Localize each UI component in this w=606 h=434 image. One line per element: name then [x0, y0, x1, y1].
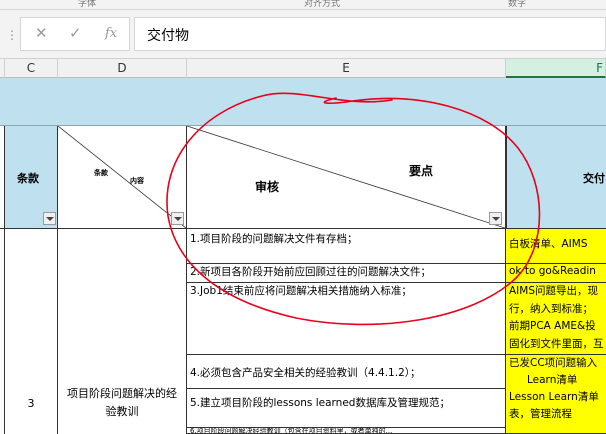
deliverable-line: 表，管理流程 [509, 408, 572, 420]
deliverable-line: 已发CC项问题输入 [509, 357, 598, 369]
clause-header-label: 条款 [17, 172, 39, 185]
title-band [0, 78, 606, 126]
column-header-f[interactable]: F [506, 59, 606, 78]
content-title-line: 验教训 [105, 405, 139, 418]
formula-buttons: ✕ ✓ fx [20, 17, 130, 51]
deliverable-line: 前期PCA AME&投 [509, 320, 596, 332]
filter-dropdown-icon[interactable] [43, 212, 56, 225]
deliverable-line: AIMS问题导出，现 [509, 285, 599, 297]
column-header-d[interactable]: D [58, 59, 187, 78]
deliverable-line: Lesson Learn清单 [509, 391, 599, 403]
deliverable-1[interactable]: 白板清单、AIMS [506, 229, 606, 264]
review-point-3[interactable]: 3.Job1结束前应将问题解决相关措施纳入标准； [187, 283, 506, 355]
review-point-1[interactable]: 1.项目阶段的问题解决文件有存档； [187, 229, 506, 264]
diagonal-line [58, 126, 186, 228]
deliverable-line: Learn清单 [527, 374, 578, 386]
content-title-cell[interactable]: 项目阶段问题解决的经 验教训 [58, 229, 187, 434]
deliverable-2[interactable]: ok to go&Readin [506, 264, 606, 283]
deliverable-line: 行，纳入到标准； [509, 302, 593, 315]
deliverable-4[interactable]: 已发CC项问题输入 Learn清单 Lesson Learn清单 表，管理流程 [506, 355, 606, 434]
clause-number: 3 [27, 397, 35, 410]
clause-number-cell[interactable]: 3 [5, 229, 58, 434]
column-header-e[interactable]: E [187, 59, 506, 78]
review-header-label: 审核 [255, 180, 280, 194]
check-icon[interactable]: ✓ [69, 24, 82, 42]
points-header-label: 要点 [409, 164, 434, 178]
review-point-2[interactable]: 2.新项目各阶段开始前应回顾过往的问题解决文件； [187, 264, 506, 283]
deliverable-3[interactable]: AIMS问题导出，现 行，纳入到标准； 前期PCA AME&投 固化到文件里面，… [506, 283, 606, 355]
deliverable-header-label: 交付 [583, 172, 605, 185]
header-cell-review[interactable]: 审核 要点 [187, 126, 506, 229]
review-point-5[interactable]: 5.建立项目阶段的lessons learned数据库及管理规范； [187, 389, 506, 428]
cancel-icon[interactable]: ✕ [35, 24, 48, 42]
content-title-line: 项目阶段问题解决的经 [67, 387, 177, 400]
column-header-c[interactable]: C [5, 59, 58, 78]
filter-dropdown-icon[interactable] [489, 212, 502, 225]
diag-label-content: 内容 [130, 177, 144, 185]
formula-input[interactable]: 交付物 [134, 17, 606, 51]
header-cell-clause[interactable]: 条款 [5, 126, 58, 229]
diagonal-line [187, 126, 505, 228]
insert-function-icon[interactable]: fx [105, 26, 117, 41]
formula-value: 交付物 [147, 28, 189, 44]
header-cell-content[interactable]: 条款 内容 [58, 126, 187, 229]
diag-label-clause: 条款 [94, 169, 108, 177]
review-point-6[interactable]: 6.项目阶段问题解决经验教训（包含在项目资料里，或者单独的... [187, 428, 506, 434]
name-box-resize-handle[interactable]: ⋮ [6, 28, 18, 42]
ribbon-group-labels: 字体 对齐方式 数字 [0, 0, 606, 10]
ribbon-group-number: 数字 [508, 0, 527, 9]
deliverable-line: 固化到文件里面，互 [509, 337, 604, 350]
filter-dropdown-icon[interactable] [171, 212, 184, 225]
header-cell-deliverable[interactable]: 交付 [506, 126, 606, 229]
column-headers: C D E F [0, 58, 606, 78]
ribbon-group-alignment: 对齐方式 [304, 0, 341, 9]
review-point-4[interactable]: 4.必须包含产品安全相关的经验教训（4.4.1.2）； [187, 355, 506, 389]
ribbon-group-font: 字体 [78, 0, 97, 9]
content-title: 项目阶段问题解决的经 验教训 [58, 385, 186, 421]
